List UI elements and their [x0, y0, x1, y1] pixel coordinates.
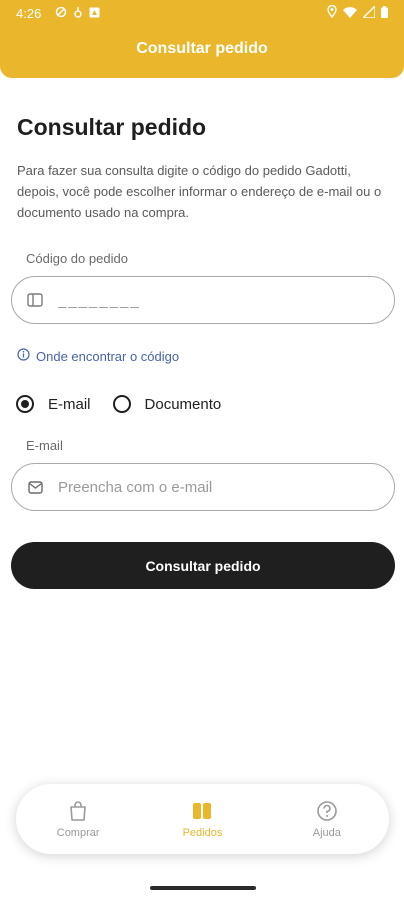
location-icon — [327, 4, 337, 21]
bottom-nav: Comprar Pedidos Ajuda — [16, 784, 389, 854]
nav-item-pedidos[interactable]: Pedidos — [157, 799, 247, 839]
nav-label-pedidos: Pedidos — [182, 827, 223, 839]
radio-email-label: E-mail — [48, 395, 91, 413]
order-code-label: Código do pedido — [26, 251, 128, 266]
header-title: Consultar pedido — [136, 40, 268, 57]
app-header: 4:26 Consultar pedido — [0, 0, 404, 78]
email-field[interactable] — [11, 463, 395, 511]
nav-item-comprar[interactable]: Comprar — [33, 799, 123, 839]
intro-text: Para fazer sua consulta digite o código … — [17, 163, 382, 220]
radio-document-indicator[interactable] — [112, 395, 131, 413]
nav-item-ajuda[interactable]: Ajuda — [282, 799, 372, 839]
card-icon — [26, 291, 44, 309]
status-bar: 4:26 — [0, 0, 404, 26]
radio-document-label: Documento — [144, 395, 222, 413]
nav-label-ajuda: Ajuda — [312, 827, 341, 839]
orders-icon — [192, 799, 212, 823]
help-link[interactable]: Onde encontrar o código — [17, 348, 179, 364]
consult-order-button[interactable]: Consultar pedido — [11, 542, 395, 589]
order-code-field[interactable] — [11, 276, 395, 324]
mail-icon — [26, 478, 44, 496]
radio-document[interactable]: Documento — [112, 395, 222, 413]
shopping-bag-icon — [68, 799, 88, 823]
email-input[interactable] — [58, 478, 358, 496]
status-time: 4:26 — [16, 5, 42, 21]
nav-label-comprar: Comprar — [56, 827, 100, 839]
dnd-icon — [55, 6, 67, 21]
home-indicator[interactable] — [150, 886, 256, 890]
app-notification-icon — [89, 6, 100, 21]
signal-icon — [361, 3, 376, 21]
contact-type-radio-group: E-mail Documento — [16, 395, 243, 413]
info-icon — [17, 348, 30, 364]
email-label: E-mail — [26, 438, 63, 453]
page-title: Consultar pedido — [17, 114, 207, 140]
notification-icon — [73, 6, 83, 21]
wifi-icon — [343, 6, 357, 21]
help-link-label: Onde encontrar o código — [36, 348, 180, 364]
order-code-input[interactable] — [58, 291, 358, 309]
battery-icon — [381, 5, 388, 21]
help-circle-icon — [316, 799, 338, 823]
radio-email-indicator[interactable] — [16, 395, 34, 413]
radio-email[interactable]: E-mail — [16, 395, 91, 413]
